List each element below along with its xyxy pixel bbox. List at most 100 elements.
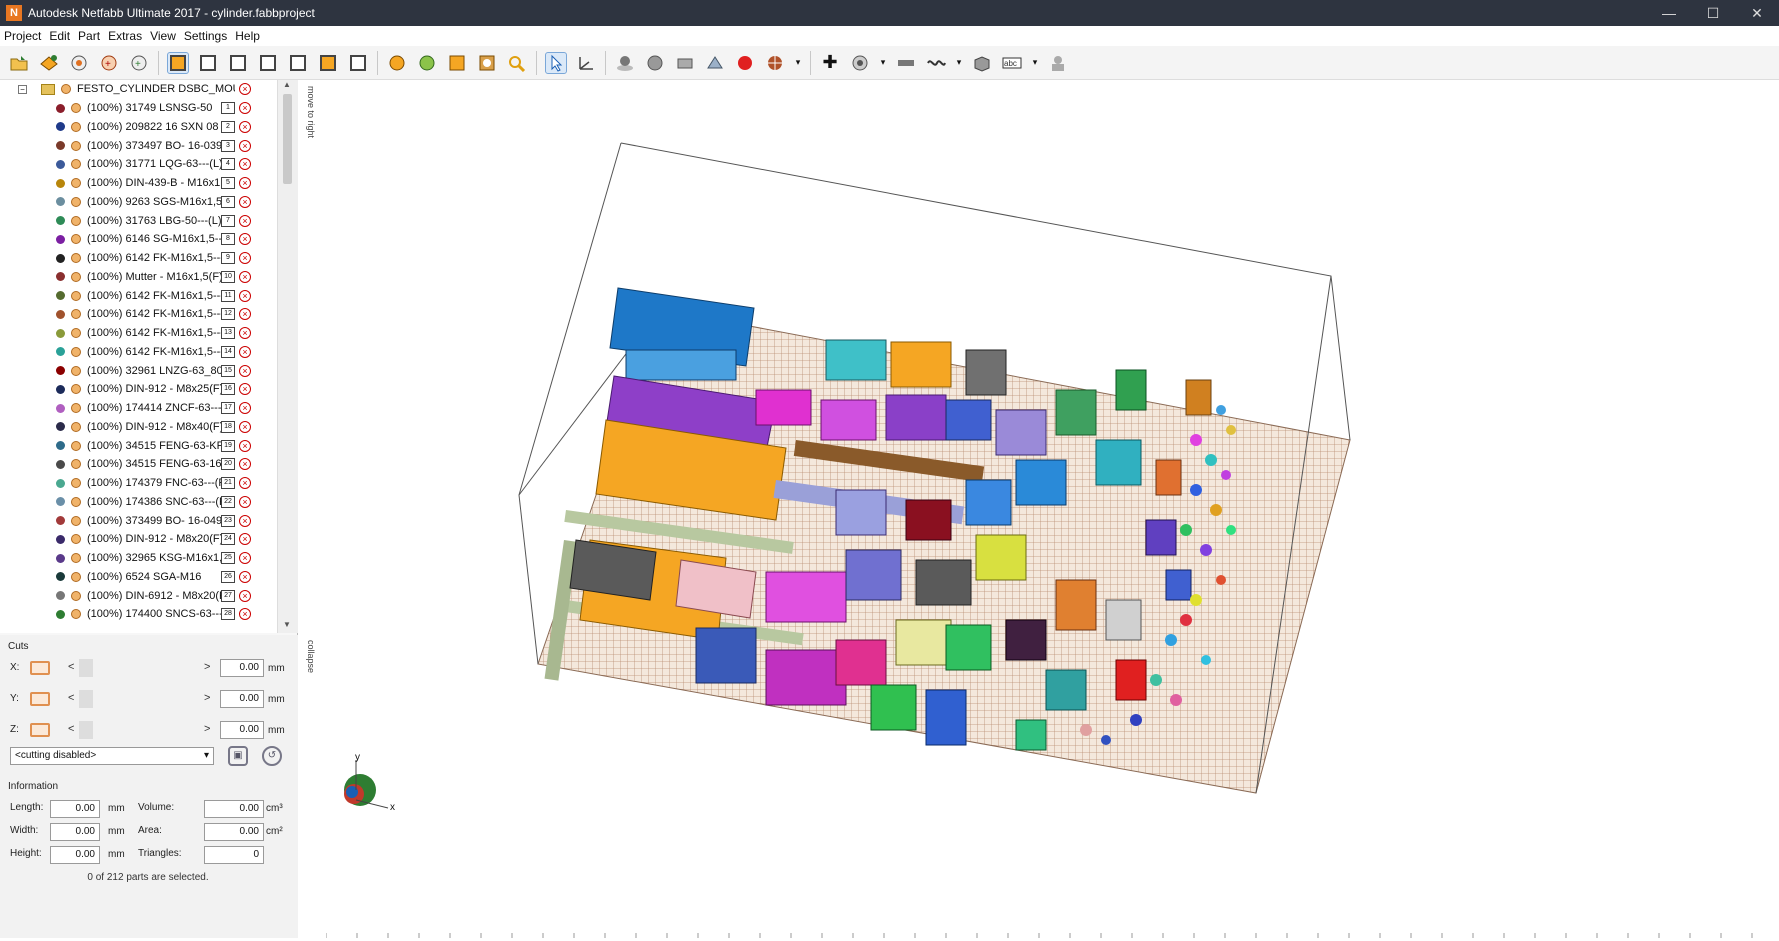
remove-icon[interactable]: × xyxy=(239,120,251,133)
remove-icon[interactable]: × xyxy=(239,608,251,621)
user-icon[interactable] xyxy=(1047,52,1069,74)
color-icon[interactable] xyxy=(734,52,756,74)
tree-item[interactable]: (100%) 31749 LSNSG-50 1 × xyxy=(0,99,277,118)
cut-z-input[interactable]: 0.00 xyxy=(220,721,264,739)
tree-item[interactable]: (100%) DIN-912 - M8x40(F) 18 × xyxy=(0,418,277,437)
cut-x-right-arrow[interactable]: > xyxy=(204,661,210,673)
tree-item[interactable]: (100%) 31771 LQG-63---(L) 4 × xyxy=(0,155,277,174)
tree-item[interactable]: (100%) 174386 SNC-63---(F) 22 × xyxy=(0,493,277,512)
ruler-icon[interactable] xyxy=(895,52,917,74)
cut-z-color[interactable] xyxy=(30,723,50,737)
view-front-icon[interactable] xyxy=(197,52,219,74)
remove-icon[interactable]: × xyxy=(239,439,251,452)
cut-z-right-arrow[interactable]: > xyxy=(204,723,210,735)
pan-view-icon[interactable] xyxy=(416,52,438,74)
sphere-icon[interactable] xyxy=(644,52,666,74)
minimize-button[interactable]: — xyxy=(1647,5,1691,21)
texture-icon[interactable] xyxy=(764,52,786,74)
tree-item[interactable]: (100%) 6142 FK-M16x1,5---(12 × xyxy=(0,305,277,324)
remove-icon[interactable]: × xyxy=(239,308,251,321)
tree-item[interactable]: (100%) Mutter - M16x1,5(F) 10 × xyxy=(0,268,277,287)
new-measurement-icon[interactable] xyxy=(68,52,90,74)
remove-icon[interactable]: × xyxy=(239,177,251,190)
label-icon[interactable]: abc xyxy=(1001,52,1023,74)
remove-icon[interactable]: × xyxy=(239,533,251,546)
repair-icon[interactable]: + xyxy=(128,52,150,74)
select-cursor-icon[interactable] xyxy=(545,51,567,74)
view-back-icon[interactable] xyxy=(227,52,249,74)
cut-x-input[interactable]: 0.00 xyxy=(220,659,264,677)
tree-item[interactable]: (100%) 174400 SNCS-63---(F 28 × xyxy=(0,605,277,624)
remove-icon[interactable]: × xyxy=(239,233,251,246)
dropdown-arrow-icon[interactable]: ▾ xyxy=(1031,52,1039,74)
remove-icon[interactable]: × xyxy=(239,345,251,358)
view-iso-icon[interactable] xyxy=(167,51,189,74)
remove-icon[interactable]: × xyxy=(239,158,251,171)
view-top-icon[interactable] xyxy=(317,52,339,74)
remove-icon[interactable]: × xyxy=(239,327,251,340)
tree-item[interactable]: (100%) 6142 FK-M16x1,5--- 9 × xyxy=(0,249,277,268)
tree-item[interactable]: (100%) 32961 LNZG-63_80--- 15 × xyxy=(0,361,277,380)
tree-item[interactable]: (100%) 31763 LBG-50---(L) 7 × xyxy=(0,211,277,230)
cut-y-slider[interactable] xyxy=(79,690,93,708)
tree-item[interactable]: (100%) 6142 FK-M16x1,5---(14 × xyxy=(0,343,277,362)
move-axis-icon[interactable] xyxy=(575,52,597,74)
collapse-icon[interactable]: − xyxy=(18,84,27,94)
remove-icon[interactable]: × xyxy=(239,570,251,583)
remove-icon[interactable]: × xyxy=(239,383,251,396)
cut-y-left-arrow[interactable]: < xyxy=(68,692,74,704)
remove-icon[interactable]: × xyxy=(239,83,251,96)
tree-root[interactable]: − FESTO_CYLINDER DSBC_MOUNTIN × xyxy=(0,80,277,99)
menu-settings[interactable]: Settings xyxy=(184,29,235,43)
scrollbar-thumb[interactable] xyxy=(283,94,292,184)
camera-icon[interactable] xyxy=(849,52,871,74)
zoom-icon[interactable] xyxy=(506,52,528,74)
remove-icon[interactable]: × xyxy=(239,289,251,302)
remove-icon[interactable]: × xyxy=(239,270,251,283)
add-support-icon[interactable]: + xyxy=(98,52,120,74)
tree-item[interactable]: (100%) 6146 SG-M16x1,5---(8 × xyxy=(0,230,277,249)
add-icon[interactable]: ✚ xyxy=(819,52,841,74)
tree-item[interactable]: (100%) 209822 16 SXN 08 VE2 × xyxy=(0,118,277,137)
close-button[interactable]: ✕ xyxy=(1735,5,1779,22)
scroll-up-icon[interactable]: ▲ xyxy=(283,80,291,89)
tree-item[interactable]: (100%) 174414 ZNCF-63---(F 17 × xyxy=(0,399,277,418)
cut-z-left-arrow[interactable]: < xyxy=(68,723,74,735)
remove-icon[interactable]: × xyxy=(239,514,251,527)
slice-icon[interactable] xyxy=(704,52,726,74)
dropdown-arrow-icon[interactable]: ▾ xyxy=(879,52,887,74)
cut-export-icon[interactable]: ▣ xyxy=(228,746,248,766)
menu-project[interactable]: Project xyxy=(4,29,49,43)
cut-y-input[interactable]: 0.00 xyxy=(220,690,264,708)
remove-icon[interactable]: × xyxy=(239,420,251,433)
box-icon[interactable] xyxy=(971,52,993,74)
remove-icon[interactable]: × xyxy=(239,589,251,602)
3d-viewport[interactable]: y x xyxy=(326,80,1779,938)
add-part-icon[interactable] xyxy=(38,52,60,74)
tree-item[interactable]: (100%) 32965 KSG-M16x1,5 25 × xyxy=(0,549,277,568)
remove-icon[interactable]: × xyxy=(239,214,251,227)
tree-item[interactable]: (100%) DIN-6912 - M8x20(F) 27 × xyxy=(0,586,277,605)
menu-extras[interactable]: Extras xyxy=(108,29,150,43)
cut-z-slider[interactable] xyxy=(79,721,93,739)
dropdown-arrow-icon[interactable]: ▾ xyxy=(955,52,963,74)
measure-icon[interactable] xyxy=(674,52,696,74)
remove-icon[interactable]: × xyxy=(239,252,251,265)
remove-icon[interactable]: × xyxy=(239,102,251,115)
remove-icon[interactable]: × xyxy=(239,552,251,565)
tree-item[interactable]: (100%) 6524 SGA-M16 26 × xyxy=(0,568,277,587)
tree-item[interactable]: (100%) DIN-912 - M8x20(F) 24 × xyxy=(0,530,277,549)
place-part-icon[interactable] xyxy=(614,52,636,74)
tree-item[interactable]: (100%) 373499 BO- 16-049,0 23 × xyxy=(0,511,277,530)
tree-item[interactable]: (100%) 174379 FNC-63---(F) 21 × xyxy=(0,474,277,493)
cut-reset-icon[interactable]: ↺ xyxy=(262,746,282,766)
cut-y-color[interactable] xyxy=(30,692,50,706)
tree-scrollbar[interactable]: ▲ ▼ xyxy=(278,80,298,633)
view-left-icon[interactable] xyxy=(257,52,279,74)
cut-x-slider[interactable] xyxy=(79,659,93,677)
tree-item[interactable]: (100%) 6142 FK-M16x1,5---(13 × xyxy=(0,324,277,343)
remove-icon[interactable]: × xyxy=(239,139,251,152)
move-to-right-tab[interactable]: move to right xyxy=(300,86,316,156)
maximize-button[interactable]: ☐ xyxy=(1691,5,1735,22)
cut-x-left-arrow[interactable]: < xyxy=(68,661,74,673)
